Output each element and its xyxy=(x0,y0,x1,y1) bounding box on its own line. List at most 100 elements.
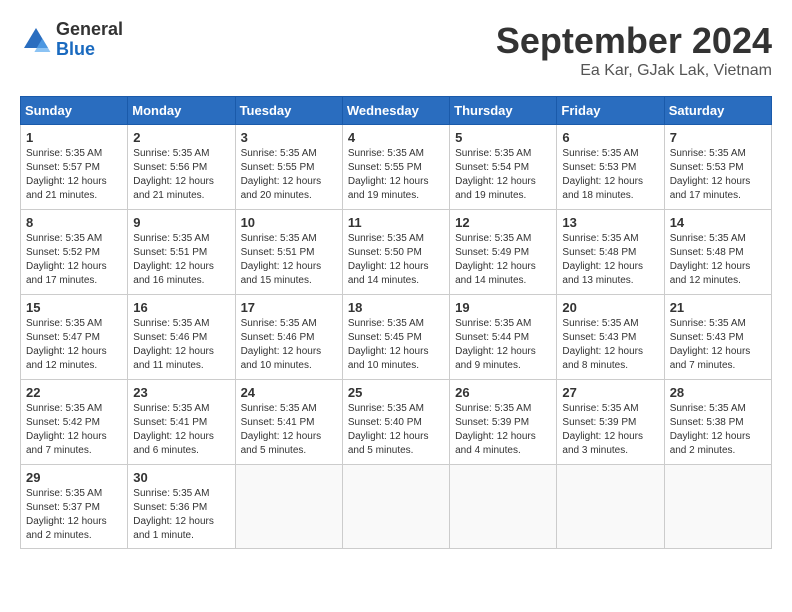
calendar-cell xyxy=(235,465,342,549)
calendar-header-thursday: Thursday xyxy=(450,97,557,125)
day-info: Sunrise: 5:35 AM Sunset: 5:57 PM Dayligh… xyxy=(26,147,122,203)
daylight-label: Daylight: 12 hours and 2 minutes. xyxy=(670,431,751,456)
daylight-label: Daylight: 12 hours and 7 minutes. xyxy=(670,346,751,371)
day-number: 24 xyxy=(241,385,337,400)
sunrise-label: Sunrise: 5:35 AM xyxy=(241,318,317,329)
sunrise-label: Sunrise: 5:35 AM xyxy=(455,318,531,329)
calendar-cell: 1 Sunrise: 5:35 AM Sunset: 5:57 PM Dayli… xyxy=(21,125,128,210)
calendar-cell: 22 Sunrise: 5:35 AM Sunset: 5:42 PM Dayl… xyxy=(21,380,128,465)
calendar-row-2: 8 Sunrise: 5:35 AM Sunset: 5:52 PM Dayli… xyxy=(21,210,772,295)
day-number: 7 xyxy=(670,130,766,145)
calendar-header-tuesday: Tuesday xyxy=(235,97,342,125)
daylight-label: Daylight: 12 hours and 21 minutes. xyxy=(26,176,107,201)
sunset-label: Sunset: 5:49 PM xyxy=(455,247,529,258)
calendar-cell: 6 Sunrise: 5:35 AM Sunset: 5:53 PM Dayli… xyxy=(557,125,664,210)
calendar-cell: 27 Sunrise: 5:35 AM Sunset: 5:39 PM Dayl… xyxy=(557,380,664,465)
sunset-label: Sunset: 5:46 PM xyxy=(241,332,315,343)
day-info: Sunrise: 5:35 AM Sunset: 5:53 PM Dayligh… xyxy=(562,147,658,203)
calendar-cell xyxy=(557,465,664,549)
day-number: 5 xyxy=(455,130,551,145)
day-info: Sunrise: 5:35 AM Sunset: 5:53 PM Dayligh… xyxy=(670,147,766,203)
sunset-label: Sunset: 5:39 PM xyxy=(455,417,529,428)
daylight-label: Daylight: 12 hours and 7 minutes. xyxy=(26,431,107,456)
day-info: Sunrise: 5:35 AM Sunset: 5:52 PM Dayligh… xyxy=(26,232,122,288)
daylight-label: Daylight: 12 hours and 12 minutes. xyxy=(670,261,751,286)
calendar-cell: 25 Sunrise: 5:35 AM Sunset: 5:40 PM Dayl… xyxy=(342,380,449,465)
sunset-label: Sunset: 5:37 PM xyxy=(26,502,100,513)
sunset-label: Sunset: 5:41 PM xyxy=(241,417,315,428)
sunrise-label: Sunrise: 5:35 AM xyxy=(133,148,209,159)
logo-text: General Blue xyxy=(56,20,123,60)
day-number: 1 xyxy=(26,130,122,145)
sunset-label: Sunset: 5:36 PM xyxy=(133,502,207,513)
sunrise-label: Sunrise: 5:35 AM xyxy=(562,148,638,159)
logo: General Blue xyxy=(20,20,123,60)
calendar-row-4: 22 Sunrise: 5:35 AM Sunset: 5:42 PM Dayl… xyxy=(21,380,772,465)
sunrise-label: Sunrise: 5:35 AM xyxy=(26,488,102,499)
daylight-label: Daylight: 12 hours and 10 minutes. xyxy=(348,346,429,371)
sunrise-label: Sunrise: 5:35 AM xyxy=(455,403,531,414)
calendar-cell: 11 Sunrise: 5:35 AM Sunset: 5:50 PM Dayl… xyxy=(342,210,449,295)
sunset-label: Sunset: 5:53 PM xyxy=(562,162,636,173)
sunrise-label: Sunrise: 5:35 AM xyxy=(133,403,209,414)
calendar-cell: 18 Sunrise: 5:35 AM Sunset: 5:45 PM Dayl… xyxy=(342,295,449,380)
sunset-label: Sunset: 5:48 PM xyxy=(670,247,744,258)
daylight-label: Daylight: 12 hours and 14 minutes. xyxy=(348,261,429,286)
day-number: 16 xyxy=(133,300,229,315)
sunset-label: Sunset: 5:43 PM xyxy=(562,332,636,343)
day-info: Sunrise: 5:35 AM Sunset: 5:49 PM Dayligh… xyxy=(455,232,551,288)
logo-icon xyxy=(20,24,52,56)
day-number: 11 xyxy=(348,215,444,230)
calendar-cell: 26 Sunrise: 5:35 AM Sunset: 5:39 PM Dayl… xyxy=(450,380,557,465)
day-number: 4 xyxy=(348,130,444,145)
calendar-cell: 5 Sunrise: 5:35 AM Sunset: 5:54 PM Dayli… xyxy=(450,125,557,210)
sunrise-label: Sunrise: 5:35 AM xyxy=(241,233,317,244)
daylight-label: Daylight: 12 hours and 17 minutes. xyxy=(26,261,107,286)
daylight-label: Daylight: 12 hours and 15 minutes. xyxy=(241,261,322,286)
daylight-label: Daylight: 12 hours and 1 minute. xyxy=(133,516,214,541)
calendar-cell: 9 Sunrise: 5:35 AM Sunset: 5:51 PM Dayli… xyxy=(128,210,235,295)
day-number: 29 xyxy=(26,470,122,485)
calendar-cell: 12 Sunrise: 5:35 AM Sunset: 5:49 PM Dayl… xyxy=(450,210,557,295)
sunset-label: Sunset: 5:41 PM xyxy=(133,417,207,428)
day-number: 28 xyxy=(670,385,766,400)
daylight-label: Daylight: 12 hours and 19 minutes. xyxy=(348,176,429,201)
calendar-table: SundayMondayTuesdayWednesdayThursdayFrid… xyxy=(20,96,772,549)
calendar-cell: 29 Sunrise: 5:35 AM Sunset: 5:37 PM Dayl… xyxy=(21,465,128,549)
sunrise-label: Sunrise: 5:35 AM xyxy=(26,148,102,159)
calendar-cell: 3 Sunrise: 5:35 AM Sunset: 5:55 PM Dayli… xyxy=(235,125,342,210)
day-number: 17 xyxy=(241,300,337,315)
daylight-label: Daylight: 12 hours and 4 minutes. xyxy=(455,431,536,456)
calendar-cell: 28 Sunrise: 5:35 AM Sunset: 5:38 PM Dayl… xyxy=(664,380,771,465)
calendar-header-row: SundayMondayTuesdayWednesdayThursdayFrid… xyxy=(21,97,772,125)
sunrise-label: Sunrise: 5:35 AM xyxy=(562,233,638,244)
day-info: Sunrise: 5:35 AM Sunset: 5:41 PM Dayligh… xyxy=(241,402,337,458)
day-info: Sunrise: 5:35 AM Sunset: 5:46 PM Dayligh… xyxy=(241,317,337,373)
calendar-cell: 21 Sunrise: 5:35 AM Sunset: 5:43 PM Dayl… xyxy=(664,295,771,380)
day-number: 6 xyxy=(562,130,658,145)
calendar-cell: 20 Sunrise: 5:35 AM Sunset: 5:43 PM Dayl… xyxy=(557,295,664,380)
sunset-label: Sunset: 5:54 PM xyxy=(455,162,529,173)
calendar-cell: 30 Sunrise: 5:35 AM Sunset: 5:36 PM Dayl… xyxy=(128,465,235,549)
calendar-cell: 19 Sunrise: 5:35 AM Sunset: 5:44 PM Dayl… xyxy=(450,295,557,380)
month-title: September 2024 xyxy=(496,20,772,62)
daylight-label: Daylight: 12 hours and 10 minutes. xyxy=(241,346,322,371)
day-number: 22 xyxy=(26,385,122,400)
day-number: 23 xyxy=(133,385,229,400)
day-number: 26 xyxy=(455,385,551,400)
calendar-header-friday: Friday xyxy=(557,97,664,125)
calendar-cell: 24 Sunrise: 5:35 AM Sunset: 5:41 PM Dayl… xyxy=(235,380,342,465)
day-info: Sunrise: 5:35 AM Sunset: 5:54 PM Dayligh… xyxy=(455,147,551,203)
daylight-label: Daylight: 12 hours and 18 minutes. xyxy=(562,176,643,201)
daylight-label: Daylight: 12 hours and 19 minutes. xyxy=(455,176,536,201)
day-info: Sunrise: 5:35 AM Sunset: 5:42 PM Dayligh… xyxy=(26,402,122,458)
sunrise-label: Sunrise: 5:35 AM xyxy=(455,233,531,244)
sunrise-label: Sunrise: 5:35 AM xyxy=(670,403,746,414)
logo-general-text: General xyxy=(56,20,123,40)
calendar-cell: 2 Sunrise: 5:35 AM Sunset: 5:56 PM Dayli… xyxy=(128,125,235,210)
calendar-row-1: 1 Sunrise: 5:35 AM Sunset: 5:57 PM Dayli… xyxy=(21,125,772,210)
day-number: 13 xyxy=(562,215,658,230)
sunrise-label: Sunrise: 5:35 AM xyxy=(670,148,746,159)
sunrise-label: Sunrise: 5:35 AM xyxy=(133,318,209,329)
sunset-label: Sunset: 5:40 PM xyxy=(348,417,422,428)
